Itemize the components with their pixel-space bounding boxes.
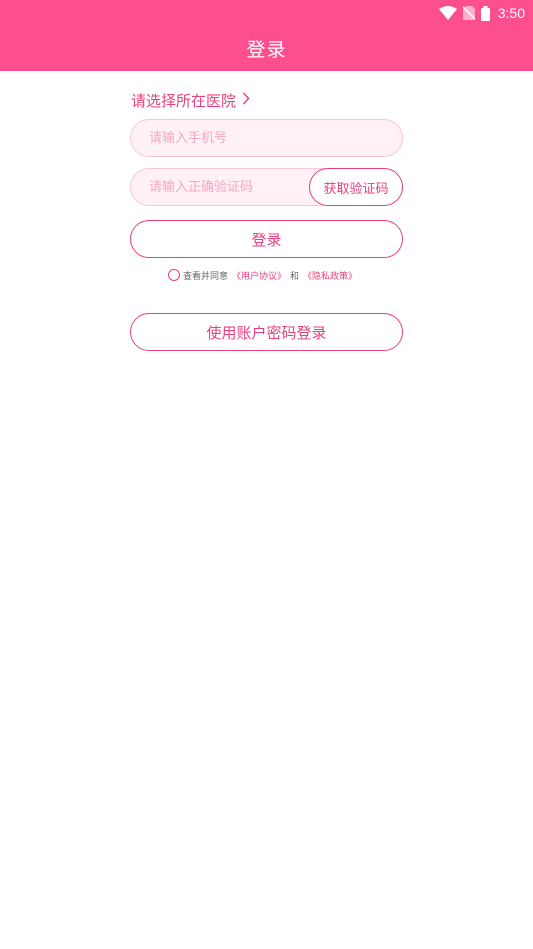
phone-field xyxy=(130,119,403,157)
status-icons: 3:50 xyxy=(438,3,525,23)
status-time: 3:50 xyxy=(497,5,525,21)
phone-input[interactable] xyxy=(131,120,402,156)
agreement-conjunction: 和 xyxy=(290,271,300,282)
agreement-prefix: 查看并同意 xyxy=(183,271,229,282)
agree-radio[interactable] xyxy=(168,269,180,281)
get-code-button[interactable]: 获取验证码 xyxy=(309,168,403,206)
battery-icon xyxy=(480,5,490,21)
login-button[interactable]: 登录 xyxy=(130,220,403,258)
user-agreement-link[interactable]: 《用户协议》 xyxy=(232,269,286,282)
status-bar: 3:50 xyxy=(0,0,533,25)
no-sim-icon xyxy=(462,6,475,20)
code-input[interactable] xyxy=(131,169,316,205)
app-bar: 登录 xyxy=(0,25,533,71)
wifi-icon xyxy=(438,6,457,20)
hospital-select-label: 请选择所在医院 xyxy=(131,91,237,110)
code-field: 获取验证码 xyxy=(130,168,403,206)
account-login-button[interactable]: 使用账户密码登录 xyxy=(130,313,403,351)
chevron-right-icon xyxy=(242,91,250,109)
hospital-select[interactable]: 请选择所在医院 xyxy=(131,88,250,112)
privacy-policy-link[interactable]: 《隐私政策》 xyxy=(303,269,357,282)
agreement: 查看并同意 《用户协议》 和 《隐私政策》 xyxy=(168,267,361,283)
page-title: 登录 xyxy=(246,38,287,61)
